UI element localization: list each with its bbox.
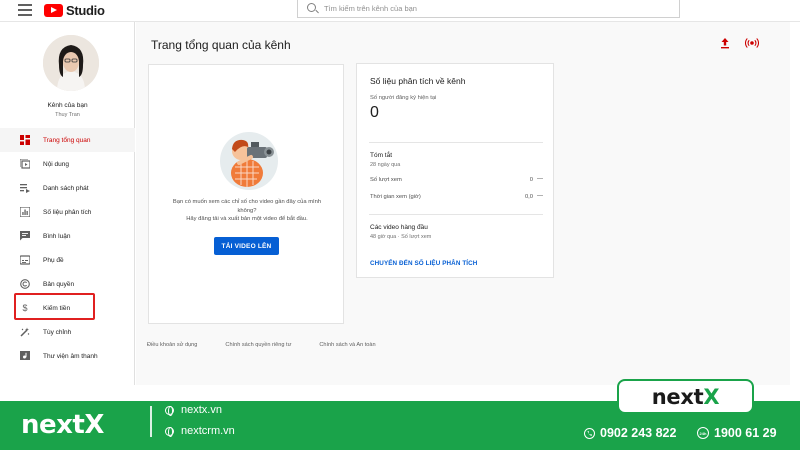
go-to-analytics-link[interactable]: CHUYỂN ĐẾN SỐ LIỆU PHÂN TÍCH (370, 260, 477, 267)
divider (150, 406, 152, 437)
brand-box-prefix: next (651, 384, 704, 409)
subscribers-label: Số người đăng ký hiện tại (370, 95, 437, 101)
privacy-link[interactable]: Chính sách quyền riêng tư (225, 342, 291, 348)
camera-person-illustration (217, 127, 281, 191)
sidebar-item-customization[interactable]: Tùy chỉnh (0, 320, 135, 344)
phone-number[interactable]: 0902 243 822 (584, 426, 676, 440)
sidebar-item-label: Danh sách phát (43, 184, 89, 192)
terms-link[interactable]: Điều khoản sử dụng (147, 342, 197, 348)
analytics-title: Số liệu phân tích về kênh (370, 76, 466, 86)
content-icon (20, 159, 30, 169)
search-icon[interactable] (307, 3, 316, 12)
phone-icon (584, 427, 595, 439)
sidebar-item-comments[interactable]: Bình luận (0, 224, 135, 248)
sidebar-item-label: Thư viện âm thanh (43, 352, 98, 360)
subscribers-value: 0 (370, 104, 379, 121)
footer-links: Điều khoản sử dụng Chính sách quyền riên… (147, 342, 404, 348)
youtube-play-icon (44, 3, 63, 17)
summary-title: Tóm tắt (370, 152, 393, 159)
avatar[interactable] (43, 35, 99, 91)
hotline-text: 1900 61 29 (714, 426, 777, 440)
empty-text-line-2: không? (237, 207, 257, 214)
views-value: 0 (529, 177, 533, 183)
hotline[interactable]: 24h 1900 61 29 (697, 426, 777, 440)
channel-analytics-card: Số liệu phân tích về kênh Số người đăng … (356, 63, 554, 278)
globe-icon (165, 426, 174, 437)
empty-text-line-3: Hãy đăng tải và xuất bản một video để bắ… (186, 216, 308, 222)
audio-library-icon (20, 351, 30, 361)
sidebar-item-dashboard[interactable]: Trang tổng quan (0, 128, 135, 152)
globe-icon (165, 405, 174, 416)
sidebar-item-label: Bình luận (43, 232, 71, 240)
sidebar-item-label: Trang tổng quan (43, 136, 91, 144)
search-input[interactable] (324, 2, 664, 15)
menu-icon[interactable] (18, 4, 32, 16)
brand-box-text: nextX (651, 384, 720, 409)
sidebar-item-playlists[interactable]: Danh sách phát (0, 176, 135, 200)
sidebar-item-subtitles[interactable]: Phụ đề (0, 248, 135, 272)
sidebar-item-analytics[interactable]: Số liệu phân tích (0, 200, 135, 224)
logo-text: Studio (66, 2, 105, 18)
watch-time-trend: — (537, 193, 543, 199)
divider (369, 142, 543, 143)
website-2[interactable]: nextcrm.vn (165, 425, 235, 437)
search-box[interactable] (297, 0, 680, 18)
sidebar-item-label: Phụ đề (43, 256, 64, 264)
views-label: Số lượt xem (370, 177, 402, 183)
youtube-studio-logo[interactable]: Studio (44, 2, 105, 18)
divider (369, 214, 543, 215)
brand-logo-box: nextX (617, 379, 754, 414)
dashboard-icon (20, 135, 30, 145)
top-videos-subtitle: 48 giờ qua · Số lượt xem (370, 234, 432, 240)
highlight-box (14, 293, 95, 320)
phone-text: 0902 243 822 (600, 426, 677, 440)
go-live-icon[interactable] (745, 36, 759, 48)
sidebar-item-label: Tùy chỉnh (43, 328, 72, 336)
page-title: Trang tổng quan của kênh (151, 38, 291, 52)
views-trend: — (537, 176, 543, 182)
sidebar-nav: Trang tổng quan Nội dung Danh sách phát … (0, 128, 135, 368)
watch-time-value: 0,0 (524, 194, 533, 200)
comments-icon (20, 231, 30, 241)
top-videos-title: Các video hàng đầu (370, 224, 428, 231)
summary-period: 28 ngày qua (370, 162, 401, 168)
sidebar-item-label: Nội dung (43, 160, 70, 168)
empty-state-text: Bạn có muốn xem các chỉ số cho video gần… (159, 198, 335, 224)
upload-video-button[interactable]: TẢI VIDEO LÊN (214, 237, 279, 255)
sidebar-item-label: Số liệu phân tích (43, 208, 92, 216)
copyright-icon (20, 279, 30, 289)
channel-name: Thuy Tran (55, 112, 80, 118)
customize-icon (20, 327, 30, 337)
sidebar: Kênh của bạn Thuy Tran Trang tổng quan N… (0, 22, 135, 385)
website-1-text: nextx.vn (181, 404, 222, 416)
sidebar-item-label: Bản quyền (43, 280, 75, 288)
upload-card: Bạn có muốn xem các chỉ số cho video gần… (148, 64, 344, 324)
watch-time-label: Thời gian xem (giờ) (370, 194, 421, 200)
top-bar: Studio (0, 0, 800, 22)
hotline-24h-icon: 24h (697, 427, 709, 439)
channel-label: Kênh của bạn (47, 102, 88, 109)
sidebar-item-audio-library[interactable]: Thư viện âm thanh (0, 344, 135, 368)
brand-box-x: X (703, 384, 720, 409)
website-2-text: nextcrm.vn (181, 425, 235, 437)
analytics-icon (20, 207, 30, 217)
website-1[interactable]: nextx.vn (165, 404, 222, 416)
safety-link[interactable]: Chính sách và An toàn (319, 342, 375, 348)
empty-text-line-1: Bạn có muốn xem các chỉ số cho video gần… (172, 199, 322, 205)
main-content: Trang tổng quan của kênh Bạn có muốn xem… (136, 22, 790, 385)
sidebar-item-content[interactable]: Nội dung (0, 152, 135, 176)
subtitles-icon (20, 255, 30, 265)
playlist-icon (20, 183, 30, 193)
brand-logo: nextX (21, 410, 104, 440)
upload-icon[interactable] (719, 36, 731, 49)
